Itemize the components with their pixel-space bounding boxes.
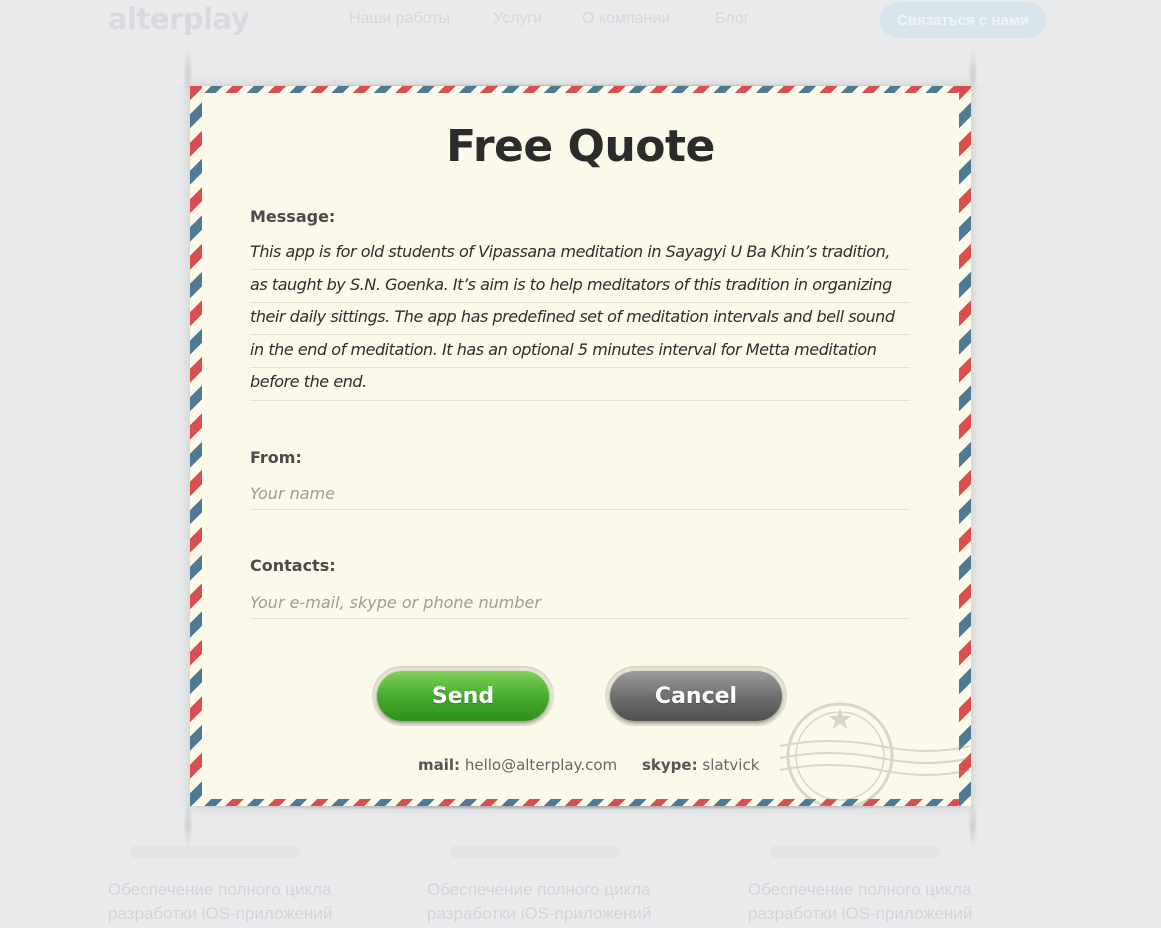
from-label: From: <box>250 448 302 467</box>
message-line <box>250 400 910 401</box>
cancel-button-well: Cancel <box>605 666 787 726</box>
name-input[interactable] <box>250 479 910 507</box>
nav-item-works[interactable]: Наши работы <box>349 10 450 28</box>
name-input-underline <box>250 509 910 510</box>
message-line <box>250 269 910 270</box>
message-textarea[interactable]: This app is for old students of Vipassan… <box>250 236 910 399</box>
skype-value[interactable]: slatvick <box>702 756 759 774</box>
background-column-text: Обеспечение полного цикла разработки iOS… <box>748 880 973 923</box>
airmail-border-top <box>190 86 971 93</box>
contacts-label: Contacts: <box>250 556 336 575</box>
alterplay-logo[interactable]: alterplay <box>108 2 250 36</box>
send-button-well: Send <box>372 666 554 726</box>
modal-title: Free Quote <box>446 121 715 172</box>
contacts-input-underline <box>250 618 910 619</box>
contacts-input[interactable] <box>250 588 910 616</box>
background-column-text: Обеспечение полного цикла разработки iOS… <box>427 880 652 923</box>
postmark-stamp-icon <box>780 702 970 806</box>
mail-link[interactable]: hello@alterplay.com <box>465 756 617 774</box>
send-button[interactable]: Send <box>377 671 549 721</box>
background-header: alterplay Наши работы Услуги О компании … <box>0 0 1161 40</box>
background-column-heading <box>130 846 300 858</box>
envelope-corner-shadow <box>183 800 193 850</box>
message-label: Message: <box>250 207 336 226</box>
airmail-border-left <box>190 86 202 806</box>
message-line <box>250 334 910 335</box>
nav-item-services[interactable]: Услуги <box>493 10 542 28</box>
contact-us-button[interactable]: Связаться с нами <box>880 2 1046 38</box>
background-column-heading <box>450 846 620 858</box>
skype-label: skype: <box>642 756 698 774</box>
nav-item-blog[interactable]: Блог <box>715 10 750 28</box>
mail-contact: mail: hello@alterplay.com <box>418 756 617 774</box>
cancel-button[interactable]: Cancel <box>610 671 782 721</box>
skype-contact: skype: slatvick <box>642 756 759 774</box>
background-column-text: Обеспечение полного цикла разработки iOS… <box>108 880 333 923</box>
message-line <box>250 367 910 368</box>
mail-label: mail: <box>418 756 461 774</box>
free-quote-envelope-modal: Free Quote Message: This app is for old … <box>190 86 971 806</box>
message-line <box>250 302 910 303</box>
envelope-corner-shadow <box>968 800 978 850</box>
nav-item-about[interactable]: О компании <box>582 10 670 28</box>
background-column-heading <box>770 846 940 858</box>
